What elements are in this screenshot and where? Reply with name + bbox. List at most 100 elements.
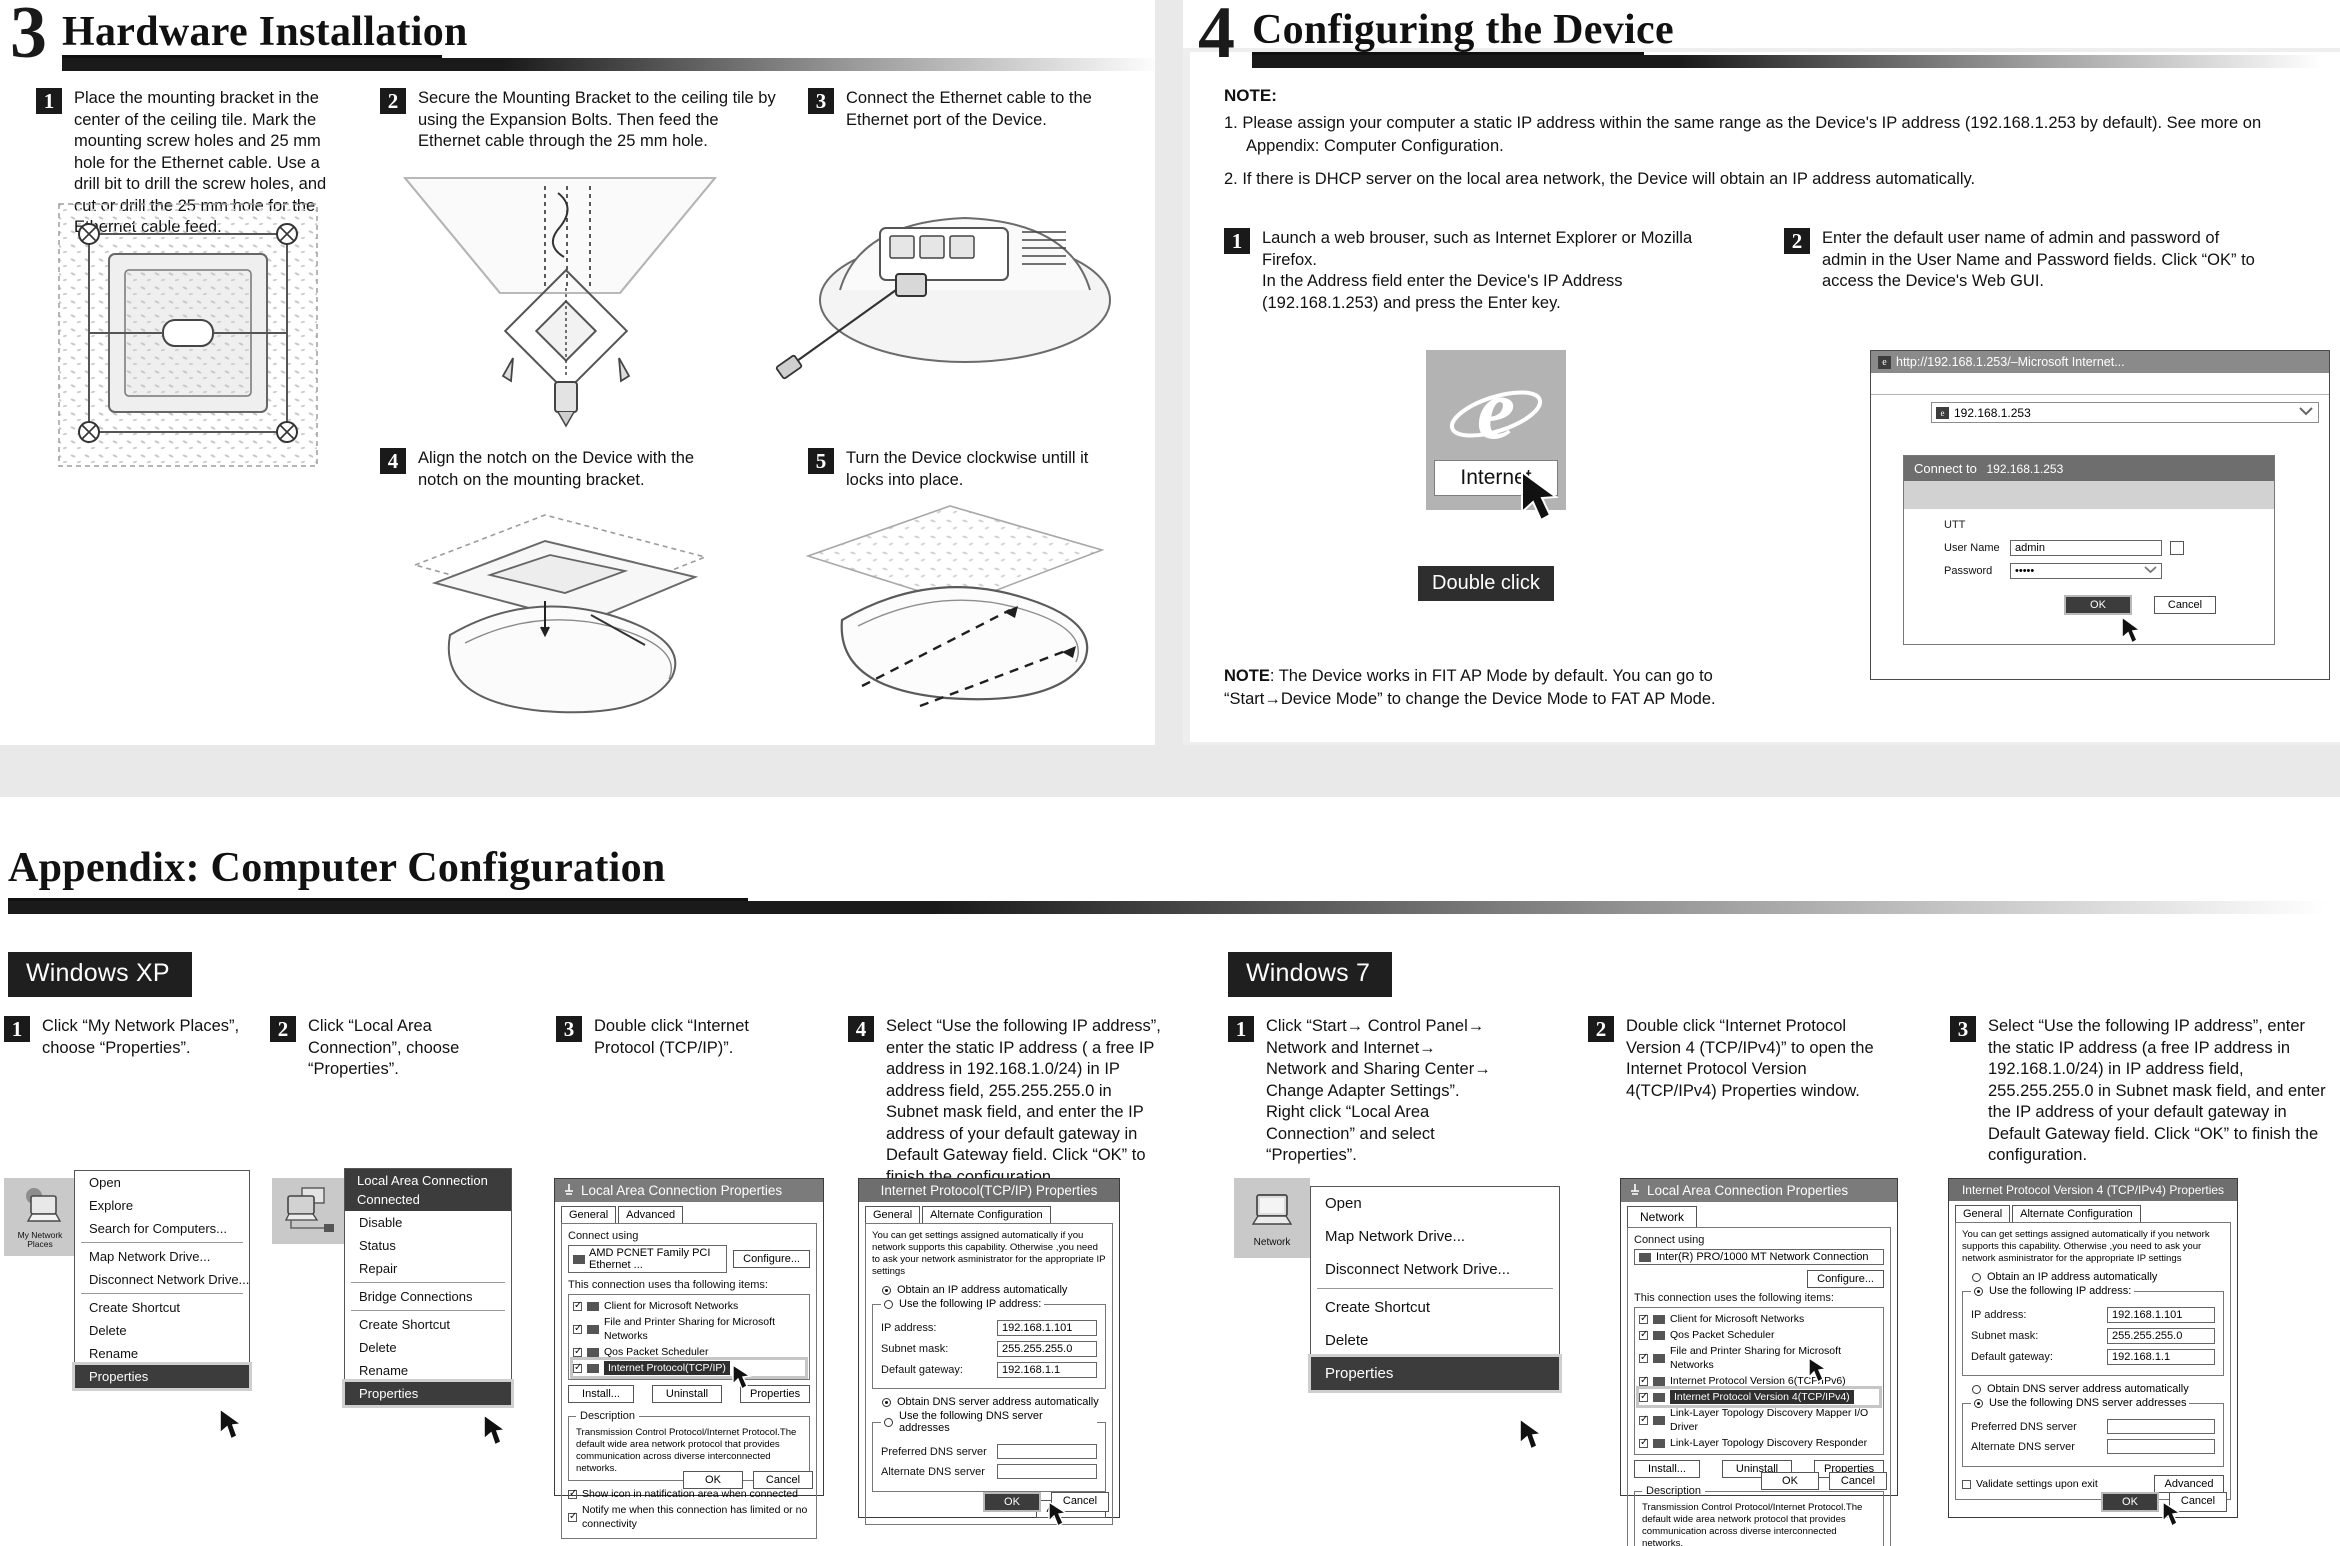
radio-obtain-ip-auto[interactable]: Obtain an IP address automatically — [1972, 1271, 2224, 1283]
install-button[interactable]: Install... — [568, 1385, 634, 1403]
list-item[interactable]: Client for Microsoft Networks — [1639, 1311, 1879, 1327]
list-item[interactable]: File and Printer Sharing for Microsoft N… — [1639, 1343, 1879, 1373]
subnet-mask-input[interactable]: 255.255.255.0 — [997, 1341, 1097, 1357]
default-gateway-input[interactable]: 192.168.1.1 — [2107, 1349, 2215, 1365]
cancel-button[interactable]: Cancel — [2154, 596, 2216, 614]
advanced-button[interactable]: Advanced — [2154, 1475, 2224, 1493]
ip-address-input[interactable]: 192.168.1.101 — [997, 1320, 1097, 1336]
radio-use-static-dns[interactable]: Use the following DNS server addresses — [881, 1410, 1097, 1434]
checkbox-checked-icon[interactable] — [573, 1361, 582, 1375]
list-item[interactable]: Client for Microsoft Networks — [573, 1298, 805, 1314]
ok-button[interactable]: OK — [683, 1471, 743, 1489]
list-item[interactable]: Link-Layer Topology Discovery Responder — [1639, 1435, 1879, 1451]
subnet-mask-input[interactable]: 255.255.255.0 — [2107, 1328, 2215, 1344]
chevron-down-icon[interactable] — [2144, 565, 2157, 577]
menu-item-delete[interactable]: Delete — [75, 1319, 249, 1342]
preferred-dns-input[interactable] — [997, 1444, 1097, 1459]
list-item[interactable]: File and Printer Sharing for Microsoft N… — [573, 1314, 805, 1344]
menu-item-map-network-drive[interactable]: Map Network Drive... — [75, 1245, 249, 1268]
tab-network[interactable]: Network — [1627, 1206, 1698, 1227]
cancel-button[interactable]: Cancel — [1829, 1472, 1887, 1490]
ok-button[interactable]: OK — [2101, 1492, 2159, 1512]
default-gateway-input[interactable]: 192.168.1.1 — [997, 1362, 1097, 1378]
username-input[interactable]: admin — [2010, 540, 2162, 556]
checkbox-checked-icon[interactable] — [1639, 1390, 1648, 1404]
tab-advanced[interactable]: Advanced — [618, 1206, 684, 1223]
checkbox-checked-icon[interactable] — [573, 1345, 582, 1359]
configure-button[interactable]: Configure... — [1807, 1270, 1884, 1288]
tab-alternate-configuration[interactable]: Alternate Configuration — [2012, 1205, 2141, 1222]
checkbox-checked-icon[interactable] — [1639, 1328, 1648, 1342]
list-item[interactable]: Qos Packet Scheduler — [573, 1344, 805, 1360]
checkbox-checked-icon[interactable] — [573, 1299, 582, 1313]
desktop-icon-my-network-places[interactable]: My Network Places — [4, 1178, 76, 1256]
radio-unselected-icon[interactable] — [884, 1299, 893, 1309]
checkbox-checked-icon[interactable] — [1639, 1312, 1648, 1326]
checkbox-checked-icon[interactable] — [568, 1510, 577, 1524]
ok-button[interactable]: OK — [2064, 595, 2132, 615]
radio-selected-icon[interactable] — [882, 1285, 891, 1295]
checkbox-checked-icon[interactable] — [573, 1322, 582, 1336]
checkbox-checked-icon[interactable] — [1639, 1374, 1648, 1388]
menu-item-rename[interactable]: Rename — [75, 1342, 249, 1365]
menu-item-create-shortcut[interactable]: Create Shortcut — [1311, 1291, 1559, 1324]
radio-unselected-icon[interactable] — [884, 1417, 893, 1427]
menu-item-create-shortcut[interactable]: Create Shortcut — [75, 1296, 249, 1319]
menu-item-open[interactable]: Open — [1311, 1187, 1559, 1220]
menu-item-status[interactable]: Status — [345, 1234, 511, 1257]
menu-item-bridge-connections[interactable]: Bridge Connections — [345, 1285, 511, 1308]
configure-button[interactable]: Configure... — [733, 1250, 810, 1268]
menu-item-open[interactable]: Open — [75, 1171, 249, 1194]
radio-use-static-dns[interactable]: Use the following DNS server addresses — [1971, 1397, 2189, 1409]
radio-unselected-icon[interactable] — [1972, 1272, 1981, 1282]
list-item[interactable]: Link-Layer Topology Discovery Mapper I/O… — [1639, 1405, 1879, 1435]
menu-item-disable[interactable]: Disable — [345, 1211, 511, 1234]
alternate-dns-input[interactable] — [997, 1464, 1097, 1479]
checkbox-checked-icon[interactable] — [1639, 1413, 1648, 1427]
cancel-button[interactable]: Cancel — [753, 1471, 813, 1489]
checkbox-notify-row[interactable]: Notify me when this connection has limit… — [568, 1502, 810, 1532]
install-button[interactable]: Install... — [1634, 1460, 1700, 1478]
menu-item-properties[interactable]: Properties — [1308, 1354, 1562, 1393]
tab-general[interactable]: General — [561, 1206, 617, 1223]
remember-checkbox[interactable] — [2170, 541, 2184, 555]
alternate-dns-input[interactable] — [2107, 1439, 2215, 1454]
list-item-selected[interactable]: Internet Protocol Version 4(TCP/IPv4) — [1636, 1386, 1882, 1408]
radio-unselected-icon[interactable] — [1972, 1384, 1981, 1394]
tab-general[interactable]: General — [1955, 1205, 2011, 1222]
menu-item-map-network-drive[interactable]: Map Network Drive... — [1311, 1220, 1559, 1253]
checkbox-checked-icon[interactable] — [568, 1487, 577, 1501]
desktop-icon-local-area-connection[interactable] — [272, 1178, 346, 1244]
ie-address-bar[interactable]: e 192.168.1.253 — [1931, 402, 2319, 423]
password-input[interactable]: ••••• — [2010, 563, 2162, 579]
ok-button[interactable]: OK — [1761, 1472, 1819, 1490]
checkbox-validate-settings-row[interactable]: Validate settings upon exit — [1962, 1476, 2098, 1492]
ok-button[interactable]: OK — [983, 1492, 1041, 1512]
radio-selected-icon[interactable] — [882, 1397, 891, 1407]
components-list[interactable]: Client for Microsoft Networks File and P… — [568, 1294, 810, 1380]
tab-general[interactable]: General — [865, 1206, 921, 1223]
radio-selected-icon[interactable] — [1974, 1398, 1983, 1408]
checkbox-checked-icon[interactable] — [1639, 1436, 1648, 1450]
menu-item-repair[interactable]: Repair — [345, 1257, 511, 1280]
menu-item-explore[interactable]: Explore — [75, 1194, 249, 1217]
radio-obtain-ip-auto[interactable]: Obtain an IP address automatically — [882, 1284, 1106, 1296]
chevron-down-icon[interactable] — [2298, 405, 2314, 420]
ip-address-input[interactable]: 192.168.1.101 — [2107, 1307, 2215, 1323]
radio-use-static-ip[interactable]: Use the following IP address: — [1971, 1285, 2134, 1297]
menu-item-disconnect-network-drive[interactable]: Disconnect Network Drive... — [75, 1268, 249, 1291]
menu-item-properties[interactable]: Properties — [72, 1362, 252, 1391]
menu-item-delete[interactable]: Delete — [345, 1336, 511, 1359]
menu-item-create-shortcut[interactable]: Create Shortcut — [345, 1313, 511, 1336]
menu-item-disconnect-network-drive[interactable]: Disconnect Network Drive... — [1311, 1253, 1559, 1286]
radio-use-static-ip[interactable]: Use the following IP address: — [881, 1298, 1044, 1310]
desktop-icon-network[interactable]: Network — [1234, 1178, 1310, 1258]
checkbox-unchecked-icon[interactable] — [1962, 1479, 1971, 1489]
radio-obtain-dns-auto[interactable]: Obtain DNS server address automatically — [882, 1396, 1106, 1408]
list-item[interactable]: Internet Protocol Version 6(TCP/IPv6) — [1639, 1373, 1879, 1389]
menu-item-rename[interactable]: Rename — [345, 1359, 511, 1382]
list-item[interactable]: Qos Packet Scheduler — [1639, 1327, 1879, 1343]
checkbox-checked-icon[interactable] — [1639, 1351, 1648, 1365]
menu-item-properties[interactable]: Properties — [342, 1379, 514, 1408]
menu-item-search-for-computers[interactable]: Search for Computers... — [75, 1217, 249, 1240]
